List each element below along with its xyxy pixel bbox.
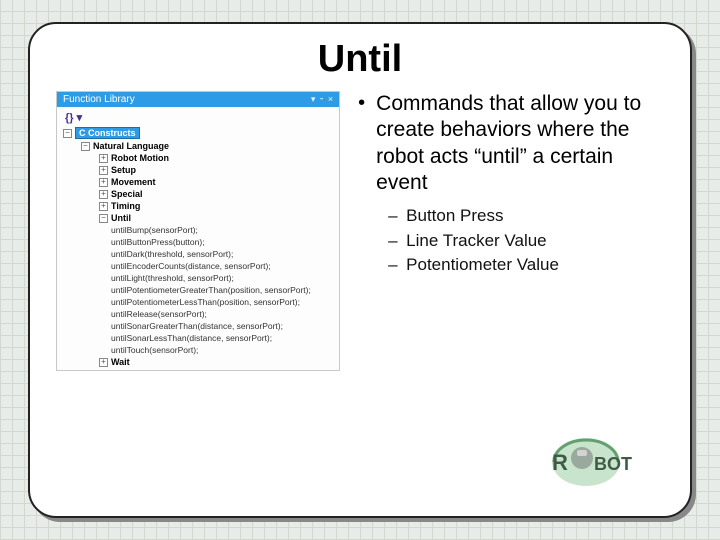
- tree-root-c-constructs[interactable]: − C Constructs: [59, 126, 339, 140]
- until-label: untilSonarLessThan(distance, sensorPort)…: [111, 333, 272, 343]
- sub-bullet-list: Button Press Line Tracker Value Potentio…: [376, 204, 664, 278]
- tree-cat-movement[interactable]: + Movement: [59, 176, 339, 188]
- until-label: untilPotentiometerLessThan(position, sen…: [111, 297, 300, 307]
- until-item[interactable]: untilPotentiometerGreaterThan(position, …: [59, 284, 339, 296]
- category-tree: − C Constructs − Natural Language + Robo…: [57, 126, 339, 368]
- robot-logo-icon: R BOT: [534, 428, 644, 488]
- panel-header-controls: ▾ ⁃ ×: [311, 94, 333, 105]
- until-item[interactable]: untilSonarLessThan(distance, sensorPort)…: [59, 332, 339, 344]
- until-label: untilTouch(sensorPort);: [111, 345, 198, 355]
- svg-text:BOT: BOT: [594, 454, 632, 474]
- collapse-icon[interactable]: −: [99, 214, 108, 223]
- tree-cat-special[interactable]: + Special: [59, 188, 339, 200]
- content-columns: Function Library ▾ ⁃ × {} ▾ − C Construc…: [56, 91, 664, 371]
- until-item[interactable]: untilLight(threshold, sensorPort);: [59, 272, 339, 284]
- sub-bullet: Button Press: [376, 204, 664, 229]
- until-item[interactable]: untilSonarGreaterThan(distance, sensorPo…: [59, 320, 339, 332]
- until-label: untilButtonPress(button);: [111, 237, 205, 247]
- cat-label: Movement: [111, 177, 156, 187]
- collapse-icon[interactable]: −: [81, 142, 90, 151]
- brace-dropdown[interactable]: {} ▾: [57, 109, 339, 126]
- slide-title: Until: [56, 38, 664, 81]
- cat-label: Natural Language: [93, 141, 169, 151]
- panel-header-label: Function Library: [63, 94, 135, 105]
- until-item[interactable]: untilDark(threshold, sensorPort);: [59, 248, 339, 260]
- until-item[interactable]: untilRelease(sensorPort);: [59, 308, 339, 320]
- cat-label: Wait: [111, 357, 130, 367]
- tree-cat-timing[interactable]: + Timing: [59, 200, 339, 212]
- until-label: untilRelease(sensorPort);: [111, 309, 207, 319]
- dock-icon[interactable]: ⁃: [319, 94, 324, 105]
- cat-label: Timing: [111, 201, 140, 211]
- expand-icon[interactable]: +: [99, 154, 108, 163]
- until-item[interactable]: untilTouch(sensorPort);: [59, 344, 339, 356]
- tree-cat-robot-motion[interactable]: + Robot Motion: [59, 152, 339, 164]
- until-label: untilLight(threshold, sensorPort);: [111, 273, 234, 283]
- sub-bullet: Potentiometer Value: [376, 253, 664, 278]
- cat-label: Special: [111, 189, 143, 199]
- until-item[interactable]: untilPotentiometerLessThan(position, sen…: [59, 296, 339, 308]
- function-library-panel: Function Library ▾ ⁃ × {} ▾ − C Construc…: [56, 91, 340, 371]
- tree-cat-natural-language[interactable]: − Natural Language: [59, 140, 339, 152]
- tree-cat-setup[interactable]: + Setup: [59, 164, 339, 176]
- expand-icon[interactable]: +: [99, 166, 108, 175]
- main-bullet: Commands that allow you to create behavi…: [356, 91, 664, 278]
- tree-cat-until[interactable]: − Until: [59, 212, 339, 224]
- collapse-icon[interactable]: −: [63, 129, 72, 138]
- left-column: Function Library ▾ ⁃ × {} ▾ − C Construc…: [56, 91, 340, 371]
- until-label: untilSonarGreaterThan(distance, sensorPo…: [111, 321, 283, 331]
- main-bullet-text: Commands that allow you to create behavi…: [376, 92, 641, 194]
- until-label: untilPotentiometerGreaterThan(position, …: [111, 285, 311, 295]
- tree-cat-wait[interactable]: + Wait: [59, 356, 339, 368]
- slide-frame: Until Function Library ▾ ⁃ × {} ▾ −: [28, 22, 692, 518]
- until-item[interactable]: untilEncoderCounts(distance, sensorPort)…: [59, 260, 339, 272]
- cat-label: Until: [111, 213, 131, 223]
- panel-body: {} ▾ − C Constructs − Natural Language +: [57, 107, 339, 370]
- panel-header[interactable]: Function Library ▾ ⁃ ×: [57, 92, 339, 107]
- until-label: untilEncoderCounts(distance, sensorPort)…: [111, 261, 271, 271]
- close-icon[interactable]: ×: [328, 94, 333, 105]
- until-item[interactable]: untilBump(sensorPort);: [59, 224, 339, 236]
- pin-icon[interactable]: ▾: [311, 94, 316, 105]
- cat-label: Setup: [111, 165, 136, 175]
- main-bullet-list: Commands that allow you to create behavi…: [356, 91, 664, 278]
- right-column: Commands that allow you to create behavi…: [356, 91, 664, 371]
- until-label: untilBump(sensorPort);: [111, 225, 198, 235]
- until-item[interactable]: untilButtonPress(button);: [59, 236, 339, 248]
- cat-label: C Constructs: [75, 127, 140, 139]
- expand-icon[interactable]: +: [99, 178, 108, 187]
- sub-bullet: Line Tracker Value: [376, 229, 664, 254]
- cat-label: Robot Motion: [111, 153, 169, 163]
- svg-text:R: R: [552, 450, 568, 475]
- expand-icon[interactable]: +: [99, 190, 108, 199]
- expand-icon[interactable]: +: [99, 202, 108, 211]
- expand-icon[interactable]: +: [99, 358, 108, 367]
- until-label: untilDark(threshold, sensorPort);: [111, 249, 233, 259]
